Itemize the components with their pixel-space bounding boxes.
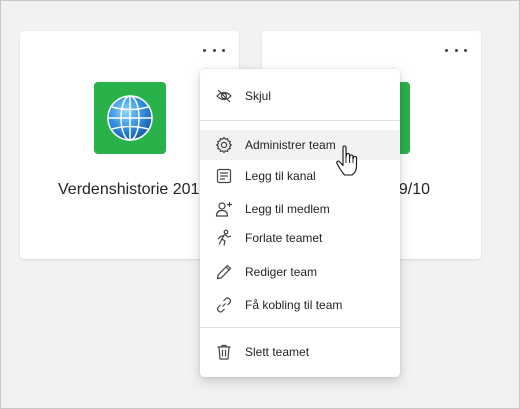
more-options-icon[interactable] (203, 43, 225, 57)
globe-icon (94, 82, 166, 154)
menu-item-label: Rediger team (245, 265, 318, 279)
menu-item-forlate-teamet[interactable]: Forlate teamet (200, 223, 400, 253)
trash-icon (215, 343, 233, 361)
gear-icon (215, 136, 233, 154)
menu-item-slett-teamet[interactable]: Slett teamet (200, 337, 400, 367)
menu-divider (200, 327, 400, 328)
menu-item-administrer-team[interactable]: Administrer team (200, 130, 400, 160)
leave-team-icon (215, 229, 233, 247)
menu-item-skjul[interactable]: Skjul (200, 81, 400, 111)
menu-item-label: Skjul (245, 89, 272, 103)
add-member-icon (215, 200, 233, 218)
menu-item-fa-kobling-til-team[interactable]: Få kobling til team (200, 290, 400, 320)
menu-item-label: Få kobling til team (245, 298, 343, 312)
menu-item-rediger-team[interactable]: Rediger team (200, 257, 400, 287)
menu-item-label: Forlate teamet (245, 231, 323, 245)
more-options-icon[interactable] (445, 43, 467, 57)
menu-divider (200, 120, 400, 121)
team-title: Verdenshistorie 201 (58, 181, 200, 198)
add-channel-icon (215, 167, 233, 185)
menu-item-label: Slett teamet (245, 345, 310, 359)
menu-item-legg-til-kanal[interactable]: Legg til kanal (200, 161, 400, 191)
menu-item-legg-til-medlem[interactable]: Legg til medlem (200, 194, 400, 224)
menu-item-label: Legg til medlem (245, 202, 330, 216)
link-icon (215, 296, 233, 314)
team-context-menu: Skjul Administrer team Legg til kanal Le… (200, 69, 400, 377)
menu-item-label: Administrer team (245, 138, 336, 152)
hide-icon (215, 87, 233, 105)
menu-item-label: Legg til kanal (245, 169, 316, 183)
pencil-icon (215, 263, 233, 281)
